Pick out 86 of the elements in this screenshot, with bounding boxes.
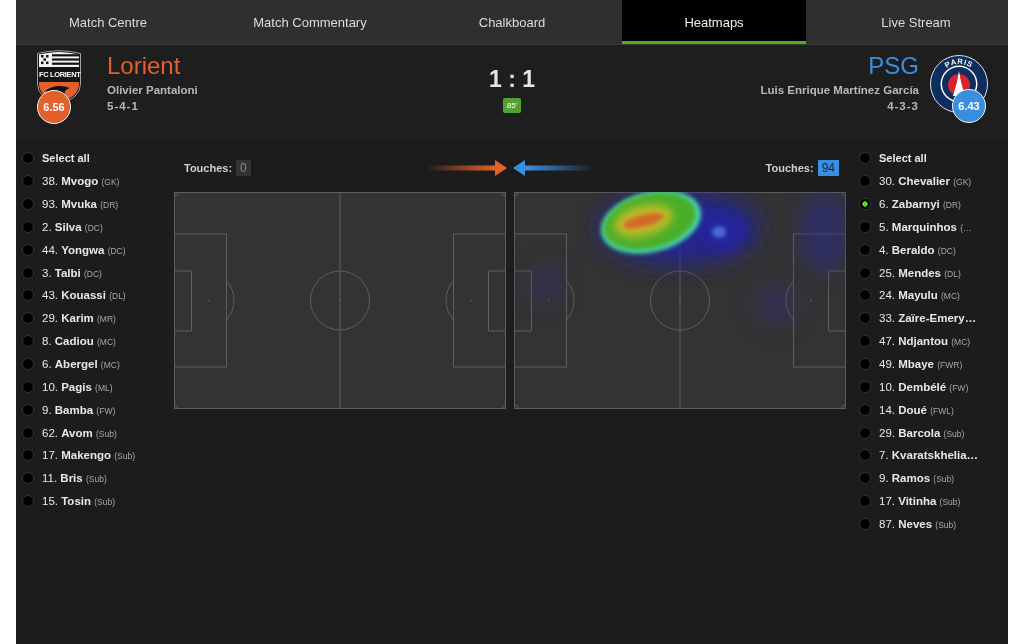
player-label[interactable]: 10. Pagis (ML) (42, 380, 113, 393)
radio-button[interactable] (22, 266, 34, 279)
radio-button[interactable] (22, 220, 34, 233)
formation: 5-4-1 (107, 99, 140, 114)
player-label[interactable]: 3. Talbi (DC) (42, 266, 102, 279)
radio-button[interactable] (859, 289, 871, 302)
radio-button[interactable] (22, 358, 34, 370)
radio-button[interactable] (22, 175, 34, 188)
radio-button[interactable] (859, 335, 871, 348)
radio-button[interactable] (859, 380, 871, 393)
player-label[interactable]: 29. Karim (MR) (42, 312, 116, 325)
touches-count: 94 (817, 160, 839, 176)
radio-button[interactable] (859, 266, 871, 279)
player-label[interactable]: 17. Vitinha (Sub) (879, 495, 961, 508)
radio-button[interactable] (859, 312, 871, 325)
radio-button[interactable] (859, 472, 871, 485)
radio-button[interactable] (22, 289, 34, 302)
player-label[interactable]: 44. Yongwa (DC) (42, 243, 126, 256)
player-label[interactable]: 9. Bamba (FW) (42, 403, 116, 416)
radio-button[interactable] (22, 312, 34, 325)
formation: 4-3-3 (886, 99, 919, 114)
team-name: PSG (867, 52, 919, 80)
player-label[interactable]: 87. Neves (Sub) (879, 517, 957, 530)
radio-button[interactable] (859, 198, 871, 211)
player-label[interactable]: 43. Kouassi (DL) (42, 289, 126, 302)
tab[interactable]: Heatmaps (622, 0, 806, 44)
player-label[interactable]: 49. Mbaye (FWR) (879, 358, 963, 370)
tab[interactable]: Match Centre (16, 0, 200, 44)
select-all-label[interactable]: Select all (42, 152, 90, 165)
player-label[interactable]: 33. Zaïre-Emery… (879, 312, 977, 325)
radio-button[interactable] (22, 198, 34, 211)
radio-button[interactable] (859, 449, 871, 462)
radio-button[interactable] (859, 426, 871, 439)
radio-button[interactable] (859, 517, 871, 530)
match-minute-badge: 85' (502, 98, 522, 113)
player-label[interactable]: 9. Ramos (Sub) (879, 472, 955, 485)
player-label[interactable]: 62. Avom (Sub) (42, 426, 117, 439)
player-label[interactable]: 25. Mendes (DL) (879, 266, 961, 279)
radio-button[interactable] (859, 220, 871, 233)
player-label[interactable]: 17. Makengo (Sub) (42, 449, 136, 462)
touches-label: Touches: (765, 162, 814, 174)
player-label[interactable]: 24. Mayulu (MC) (879, 289, 960, 302)
player-label[interactable]: 6. Abergel (MC) (42, 358, 120, 370)
player-label[interactable]: 47. Ndjantou (MC) (879, 335, 971, 348)
radio-button[interactable] (859, 495, 871, 508)
radio-button[interactable] (22, 495, 34, 508)
player-label[interactable]: 7. Kvaratskhelia… (879, 449, 979, 462)
radio-button[interactable] (859, 403, 871, 416)
player-label[interactable]: 4. Beraldo (DC) (879, 243, 956, 256)
manager-name: Luis Enrique Martínez García (760, 83, 919, 98)
radio-button[interactable] (859, 358, 871, 370)
radio-button[interactable] (22, 152, 34, 165)
player-label[interactable]: 38. Mvogo (GK) (42, 175, 120, 188)
player-label[interactable]: 8. Cadiou (MC) (42, 335, 116, 348)
tab[interactable]: Match Commentary (218, 0, 402, 44)
arrow-left-icon (513, 160, 595, 176)
team-name: Lorient (107, 52, 182, 80)
player-label[interactable]: 30. Chevalier (GK) (879, 175, 972, 188)
radio-button[interactable] (859, 175, 871, 188)
player-label[interactable]: 6. Zabarnyi (DR) (879, 198, 961, 211)
player-label[interactable]: 11. Bris (Sub) (42, 472, 107, 485)
radio-button[interactable] (22, 380, 34, 393)
touches-label: Touches: (184, 162, 233, 174)
manager-name: Olivier Pantaloni (107, 83, 198, 98)
radio-button[interactable] (22, 243, 34, 256)
radio-button[interactable] (859, 152, 871, 165)
rating-badge: 6.56 (37, 90, 71, 124)
score: 1 : 1 (489, 66, 535, 92)
radio-button[interactable] (22, 472, 34, 485)
player-label[interactable]: 14. Doué (FWL) (879, 403, 954, 416)
arrow-right-icon (425, 160, 507, 176)
player-label[interactable]: 15. Tosin (Sub) (42, 495, 115, 508)
radio-button[interactable] (22, 426, 34, 439)
radio-button[interactable] (22, 403, 34, 416)
player-label[interactable]: 93. Mvuka (DR) (42, 198, 119, 211)
player-label[interactable]: 5. Marquinhos (… (879, 220, 972, 233)
radio-button[interactable] (22, 449, 34, 462)
touches-count: 0 (236, 160, 251, 176)
player-label[interactable]: 2. Silva (DC) (42, 220, 103, 233)
tab[interactable]: Chalkboard (420, 0, 604, 44)
player-label[interactable]: 29. Barcola (Sub) (879, 426, 965, 439)
tab[interactable]: Live Stream (824, 0, 1008, 44)
radio-button[interactable] (22, 335, 34, 348)
player-label[interactable]: 10. Dembélé (FW) (879, 380, 969, 393)
radio-button[interactable] (859, 243, 871, 256)
select-all-label[interactable]: Select all (879, 152, 927, 165)
